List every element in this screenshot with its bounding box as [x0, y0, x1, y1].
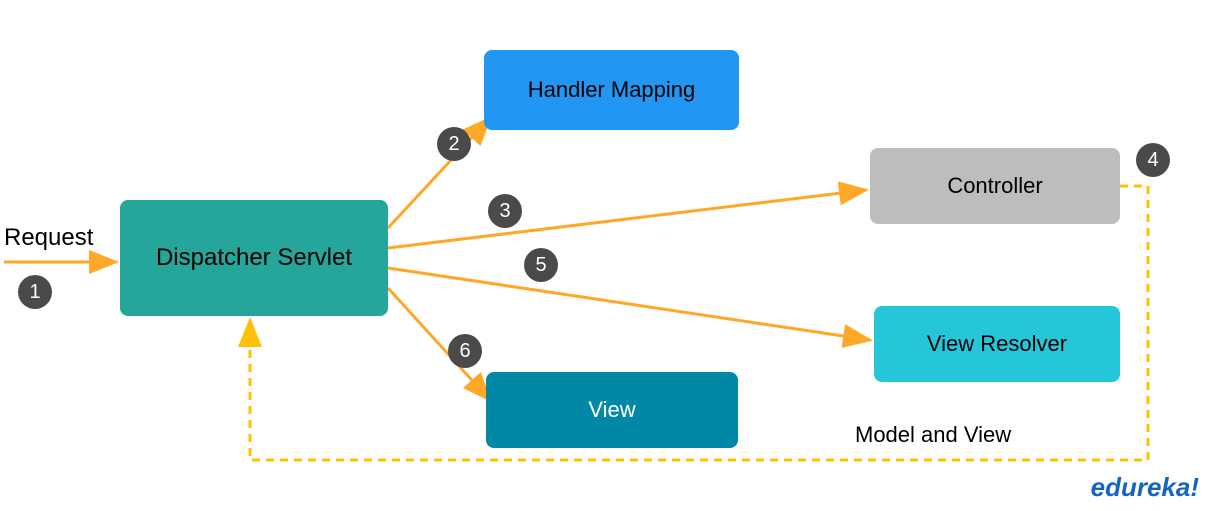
controller-text: Controller — [947, 173, 1042, 199]
handler-mapping-box: Handler Mapping — [484, 50, 739, 130]
step-6-badge: 6 — [448, 334, 482, 368]
step-5-badge: 5 — [524, 248, 558, 282]
view-box: View — [486, 372, 738, 448]
handler-text: Handler Mapping — [528, 77, 696, 103]
model-and-view-label: Model and View — [855, 422, 1011, 448]
dispatcher-text: Dispatcher Servlet — [156, 244, 352, 272]
request-label: Request — [4, 224, 93, 252]
brand-logo: edureka! — [1091, 472, 1199, 503]
step-1-badge: 1 — [18, 275, 52, 309]
step-4-badge: 4 — [1136, 143, 1170, 177]
view-resolver-box: View Resolver — [874, 306, 1120, 382]
step-3-badge: 3 — [488, 194, 522, 228]
controller-box: Controller — [870, 148, 1120, 224]
resolver-text: View Resolver — [927, 331, 1067, 357]
step-2-badge: 2 — [437, 127, 471, 161]
dispatcher-servlet-box: Dispatcher Servlet — [120, 200, 388, 316]
view-text: View — [588, 397, 635, 423]
